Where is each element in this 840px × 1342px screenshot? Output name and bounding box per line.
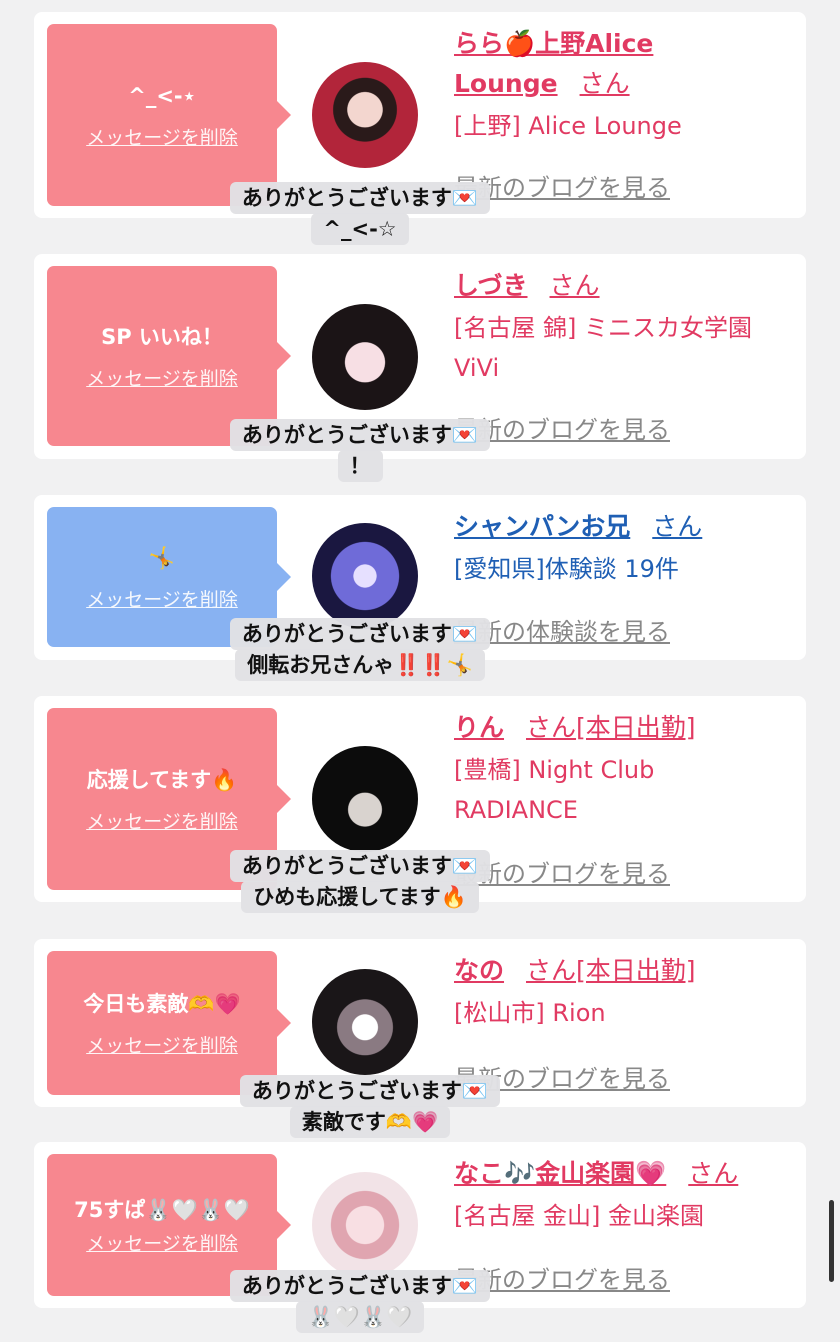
- honorific: さん: [549, 271, 600, 300]
- message-text: 今日も素敵🫶💗: [83, 991, 241, 1016]
- reply-text-line1: ありがとうございます💌: [239, 1075, 501, 1107]
- profile-info: シャンパンお兄 さん [愛知県]体験談 19件: [454, 507, 798, 589]
- profile-info: りん さん[本日出勤] [豊橋] Night Club RADIANCE: [454, 708, 798, 830]
- message-bubble: 今日も素敵🫶💗 メッセージを削除: [47, 951, 291, 1095]
- delete-message-link[interactable]: メッセージを削除: [86, 807, 238, 834]
- delete-message-link[interactable]: メッセージを削除: [86, 1031, 238, 1058]
- reply-text-line2: ^_<-☆: [311, 213, 409, 245]
- message-text: 🤸: [148, 545, 176, 570]
- reply-overlay: ありがとうございます💌 ひめも応援してます🔥: [202, 850, 518, 913]
- attendance-tag: [本日出勤]: [576, 713, 696, 742]
- profile-name-link[interactable]: しづき: [454, 271, 528, 300]
- reply-overlay: ありがとうございます💌 素敵です🫶💗: [212, 1075, 528, 1138]
- profile-name-link[interactable]: なこ🎶金山楽園💗: [454, 1159, 666, 1188]
- shop-info: [松山市] Rion: [454, 999, 606, 1027]
- profile-info: しづき さん [名古屋 錦] ミニスカ女学園ViVi: [454, 266, 798, 388]
- message-text: 応援してます🔥: [86, 767, 238, 792]
- reply-text-line1: ありがとうございます💌: [229, 1270, 491, 1302]
- avatar[interactable]: [312, 1172, 418, 1278]
- reply-overlay: ありがとうございます💌 ！: [202, 419, 518, 482]
- reply-text-line2: ひめも応援してます🔥: [241, 881, 479, 913]
- delete-message-link[interactable]: メッセージを削除: [86, 585, 238, 612]
- profile-name-link[interactable]: りん: [454, 713, 504, 742]
- message-text: SP いいね！: [101, 324, 223, 349]
- reply-text-line2: ！: [337, 450, 383, 482]
- profile-info: なの さん[本日出勤] [松山市] Rion: [454, 951, 798, 1033]
- profile-name-link[interactable]: なの: [454, 956, 504, 985]
- honorific: さん: [526, 956, 577, 985]
- reply-text-line1: ありがとうございます💌: [229, 618, 491, 650]
- reply-text-line2: 素敵です🫶💗: [289, 1106, 451, 1138]
- profile-info: らら🍎上野Alice Lounge さん [上野] Alice Lounge: [454, 24, 798, 146]
- shop-info: [上野] Alice Lounge: [454, 112, 682, 140]
- reply-overlay: ありがとうございます💌 側転お兄さんゃ‼️‼️🤸: [202, 618, 518, 681]
- message-text: ^_<-⋆: [128, 83, 196, 108]
- honorific: さん: [579, 69, 630, 98]
- profile-info: なこ🎶金山楽園💗 さん [名古屋 金山] 金山楽園: [454, 1154, 798, 1236]
- scrollbar[interactable]: [829, 1200, 834, 1282]
- reply-text-line1: ありがとうございます💌: [229, 182, 491, 214]
- reply-overlay: ありがとうございます💌 ^_<-☆: [202, 182, 518, 245]
- shop-info: [豊橋] Night Club RADIANCE: [454, 756, 655, 824]
- delete-message-link[interactable]: メッセージを削除: [86, 364, 238, 391]
- reply-text-line2: 🐰🤍🐰🤍: [295, 1301, 425, 1333]
- avatar[interactable]: [312, 62, 418, 168]
- avatar[interactable]: [312, 969, 418, 1075]
- reply-text-line1: ありがとうございます💌: [229, 419, 491, 451]
- delete-message-link[interactable]: メッセージを削除: [86, 123, 238, 150]
- reply-overlay: ありがとうございます💌 🐰🤍🐰🤍: [202, 1270, 518, 1333]
- honorific: さん: [688, 1159, 739, 1188]
- honorific: さん: [652, 512, 703, 541]
- delete-message-link[interactable]: メッセージを削除: [86, 1229, 238, 1256]
- message-bubble: ^_<-⋆ メッセージを削除: [47, 24, 291, 206]
- reply-text-line2: 側転お兄さんゃ‼️‼️🤸: [235, 649, 485, 681]
- avatar[interactable]: [312, 746, 418, 852]
- shop-info: [名古屋 金山] 金山楽園: [454, 1202, 704, 1230]
- profile-name-link[interactable]: シャンパンお兄: [454, 512, 630, 541]
- attendance-tag: [本日出勤]: [576, 956, 696, 985]
- message-text: 75すぱ🐰🤍🐰🤍: [74, 1197, 250, 1222]
- honorific: さん: [526, 713, 577, 742]
- reply-text-line1: ありがとうございます💌: [229, 850, 491, 882]
- avatar[interactable]: [312, 304, 418, 410]
- shop-info: [愛知県]体験談 19件: [454, 555, 679, 583]
- shop-info: [名古屋 錦] ミニスカ女学園ViVi: [454, 314, 752, 382]
- avatar[interactable]: [312, 523, 418, 629]
